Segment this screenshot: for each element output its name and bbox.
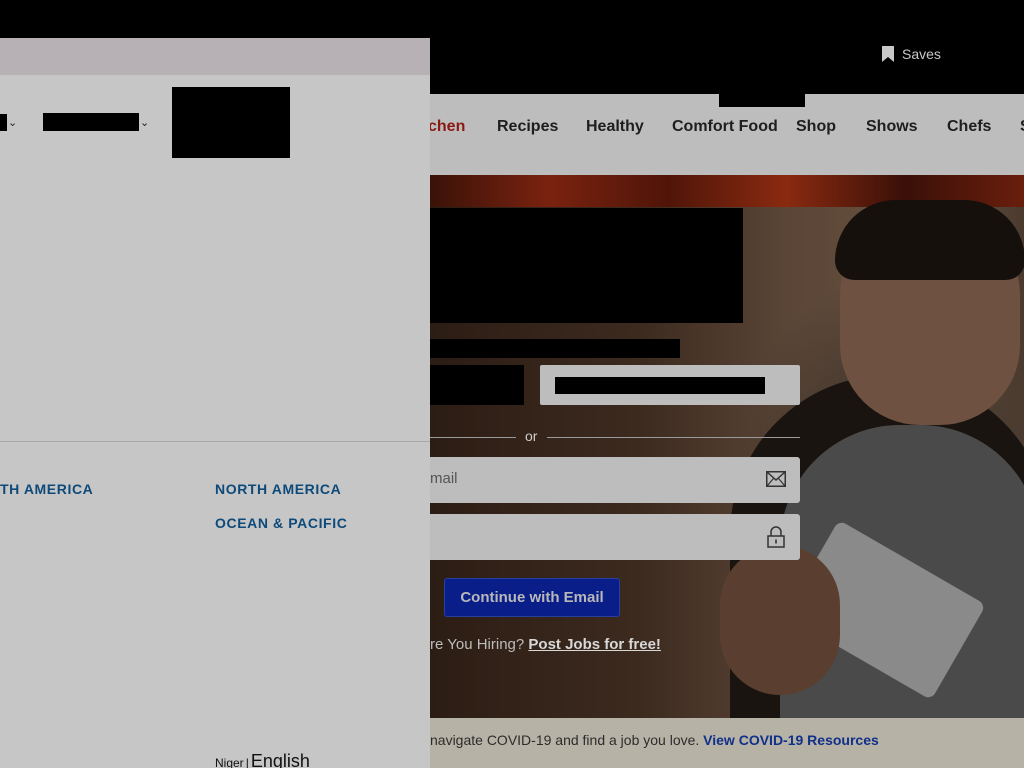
dropdown-redacted[interactable] xyxy=(0,114,7,131)
region-link-ocean-pacific[interactable]: OCEAN & PACIFIC xyxy=(215,515,347,531)
lock-icon xyxy=(767,526,785,548)
divider-line-left xyxy=(430,437,516,438)
site-logo-redacted[interactable] xyxy=(719,15,805,107)
region-link-america[interactable]: TH AMERICA xyxy=(0,481,93,497)
language-separator: | xyxy=(245,756,249,768)
panel-divider xyxy=(0,441,430,442)
language-label[interactable]: English xyxy=(251,751,310,768)
post-jobs-link[interactable]: Post Jobs for free! xyxy=(528,636,661,653)
social-signin-button[interactable] xyxy=(540,365,800,405)
nav-item-shop[interactable]: Shop xyxy=(796,118,836,136)
bookmark-icon xyxy=(882,46,894,62)
divider-line-right xyxy=(547,437,800,438)
nav-item-more[interactable]: S xyxy=(1020,118,1024,136)
hiring-line: re You Hiring? Post Jobs for free! xyxy=(430,636,661,653)
saves-button[interactable]: Saves xyxy=(882,46,941,62)
continue-with-email-button[interactable]: Continue with Email xyxy=(444,578,620,617)
password-field[interactable] xyxy=(430,514,800,560)
covid-resources-link[interactable]: View COVID-19 Resources xyxy=(703,732,879,748)
dropdown-redacted[interactable] xyxy=(43,113,139,131)
panel-top-bar xyxy=(0,38,430,75)
language-selector[interactable]: Niger | English xyxy=(215,751,310,768)
nav-strip xyxy=(430,156,1024,175)
chevron-down-icon[interactable]: ⌄ xyxy=(8,116,17,129)
or-divider: or xyxy=(430,428,800,446)
email-field[interactable]: mail xyxy=(430,457,800,503)
nav-item-healthy[interactable]: Healthy xyxy=(586,118,644,136)
chevron-down-icon[interactable]: ⌄ xyxy=(140,116,149,129)
subheadline-redacted xyxy=(430,339,680,358)
nav-item-kitchen[interactable]: chen xyxy=(428,118,465,136)
hero-person-hair xyxy=(835,200,1024,280)
covid-banner-text: navigate COVID-19 and find a job you lov… xyxy=(430,732,879,748)
region-selector-panel: ⌄ ⌄ TH AMERICA NORTH AMERICA OCEAN & PAC… xyxy=(0,38,430,768)
screen: Saves chen Recipes Healthy Comfort Food … xyxy=(0,0,1024,768)
social-signin-label-redacted xyxy=(555,377,765,394)
envelope-icon xyxy=(766,471,786,487)
covid-banner: navigate COVID-19 and find a job you lov… xyxy=(430,718,1024,768)
social-signin-button-redacted[interactable] xyxy=(430,365,524,405)
email-placeholder: mail xyxy=(430,470,458,487)
or-label: or xyxy=(525,428,538,444)
region-link-north-america[interactable]: NORTH AMERICA xyxy=(215,481,341,497)
nav-item-recipes[interactable]: Recipes xyxy=(497,118,558,136)
hiring-prefix: re You Hiring? xyxy=(430,636,525,653)
nav-item-shows[interactable]: Shows xyxy=(866,118,918,136)
country-label: Niger xyxy=(215,756,244,768)
nav-item-comfort-food[interactable]: Comfort Food xyxy=(672,118,778,136)
hero-hand xyxy=(720,545,840,695)
nav-item-chefs[interactable]: Chefs xyxy=(947,118,991,136)
panel-logo-redacted xyxy=(172,87,290,158)
saves-label: Saves xyxy=(902,46,941,62)
covid-message: navigate COVID-19 and find a job you lov… xyxy=(430,732,700,748)
headline-redacted xyxy=(430,208,743,323)
